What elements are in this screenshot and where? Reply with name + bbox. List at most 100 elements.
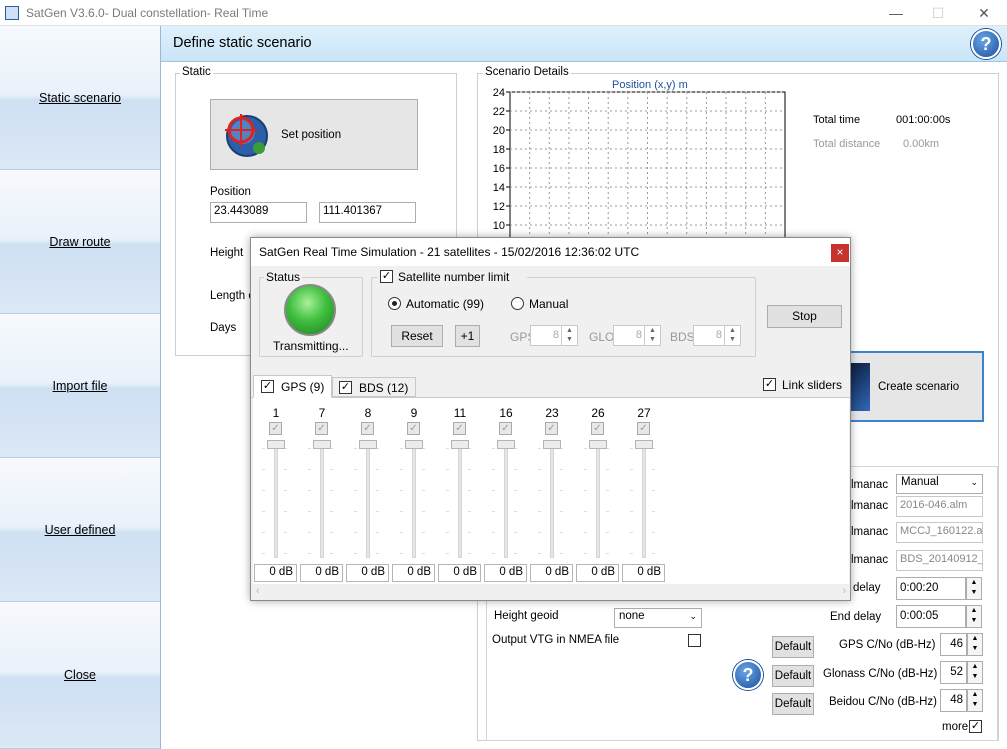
sidebar-item-draw-route[interactable]: Draw route xyxy=(0,170,160,314)
satellite-attenuation-value: 0 dB xyxy=(622,564,665,582)
plus-one-button[interactable]: +1 xyxy=(455,325,480,347)
gps-cno-input[interactable]: 46 xyxy=(940,633,967,656)
tab-gps[interactable]: ✓ GPS (9) xyxy=(253,375,332,398)
more-checkbox[interactable]: ✓ xyxy=(969,720,982,733)
almanac-select[interactable]: Manual ⌄ xyxy=(896,474,983,494)
end-delay-spinner[interactable]: ▲ ▼ xyxy=(966,605,982,628)
latitude-input[interactable]: 23.443089 xyxy=(210,202,307,223)
link-sliders-checkbox[interactable]: ✓ xyxy=(763,378,776,391)
satellite-enable-checkbox[interactable]: ✓ xyxy=(361,422,374,435)
automatic-label: Automatic (99) xyxy=(406,297,485,311)
beidou-default-button[interactable]: Default xyxy=(772,693,814,715)
satellite-slider-track[interactable] xyxy=(596,444,600,558)
gps-limit-input[interactable]: 8 ▲ ▼ xyxy=(530,325,578,346)
more-label: more xyxy=(942,721,969,733)
bds-almanac-file[interactable]: BDS_20140912_ xyxy=(896,550,983,571)
tab-gps-label: GPS (9) xyxy=(281,380,325,394)
beidou-cno-input[interactable]: 48 xyxy=(940,689,967,712)
glonass-cno-spinner[interactable]: ▲ ▼ xyxy=(967,661,983,684)
slider-tick-mark xyxy=(584,511,587,512)
satellite-slider-thumb[interactable] xyxy=(359,440,377,449)
settings-help-icon[interactable]: ? xyxy=(733,660,763,690)
satellite-enable-checkbox[interactable]: ✓ xyxy=(637,422,650,435)
glonass-cno-input[interactable]: 52 xyxy=(940,661,967,684)
gps-limit-spinner[interactable]: ▲ ▼ xyxy=(561,326,577,345)
end-delay-input[interactable]: 0:00:05 xyxy=(896,605,966,628)
gps-cno-spinner[interactable]: ▲ ▼ xyxy=(967,633,983,656)
almanac-value: Manual xyxy=(901,476,939,488)
sidebar-item-import-file[interactable]: Import file xyxy=(0,314,160,458)
reset-button[interactable]: Reset xyxy=(391,325,443,347)
minimize-button[interactable]: — xyxy=(881,4,911,22)
satellite-enable-checkbox[interactable]: ✓ xyxy=(591,422,604,435)
bds-limit-input[interactable]: 8 ▲ ▼ xyxy=(693,325,741,346)
tab-gps-checkbox[interactable]: ✓ xyxy=(261,380,274,393)
bds-limit-spinner[interactable]: ▲ ▼ xyxy=(724,326,740,345)
glo-almanac-label: lmanac xyxy=(851,526,889,538)
satellite-slider-track[interactable] xyxy=(458,444,462,558)
satellite-slider-track[interactable] xyxy=(320,444,324,558)
satellite-enable-checkbox[interactable]: ✓ xyxy=(407,422,420,435)
scroll-right-icon[interactable]: › xyxy=(842,585,846,597)
stop-button[interactable]: Stop xyxy=(767,305,842,328)
satellite-slider-track[interactable] xyxy=(412,444,416,558)
tab-bds-checkbox[interactable]: ✓ xyxy=(339,381,352,394)
sidebar: Static scenario Draw route Import file U… xyxy=(0,26,161,749)
longitude-input[interactable]: 111.401367 xyxy=(319,202,416,223)
gps-default-button[interactable]: Default xyxy=(772,636,814,658)
satellite-slider-thumb[interactable] xyxy=(635,440,653,449)
vtg-checkbox[interactable] xyxy=(688,634,701,647)
satellite-enable-checkbox[interactable]: ✓ xyxy=(315,422,328,435)
sidebar-item-static-scenario[interactable]: Static scenario xyxy=(0,26,160,170)
satellite-enable-checkbox[interactable]: ✓ xyxy=(499,422,512,435)
satellite-enable-checkbox[interactable]: ✓ xyxy=(545,422,558,435)
dialog-title-bar: SatGen Real Time Simulation - 21 satelli… xyxy=(251,238,850,266)
satellite-slider-track[interactable] xyxy=(642,444,646,558)
satellite-slider-thumb[interactable] xyxy=(589,440,607,449)
create-scenario-button[interactable]: Create scenario xyxy=(848,351,984,422)
sidebar-item-user-defined[interactable]: User defined xyxy=(0,458,160,602)
glo-almanac-file[interactable]: MCCJ_160122.ag xyxy=(896,522,983,543)
glonass-default-button[interactable]: Default xyxy=(772,665,814,687)
start-delay-input[interactable]: 0:00:20 xyxy=(896,577,966,600)
close-window-button[interactable]: ✕ xyxy=(969,4,999,22)
slider-tick-mark xyxy=(584,448,587,449)
gps-almanac-file[interactable]: 2016-046.alm xyxy=(896,496,983,517)
help-icon[interactable]: ? xyxy=(971,29,1001,59)
slider-tick-mark xyxy=(308,553,311,554)
set-position-button[interactable]: Set position xyxy=(210,99,418,170)
tab-bds[interactable]: ✓ BDS (12) xyxy=(332,377,416,397)
satellite-slider-thumb[interactable] xyxy=(267,440,285,449)
satellite-slider-column: 27 ✓ 0 dB xyxy=(622,398,666,584)
glo-limit-input[interactable]: 8 ▲ ▼ xyxy=(613,325,661,346)
total-time-label: Total time xyxy=(813,114,861,126)
satellite-limit-checkbox[interactable]: ✓ xyxy=(380,270,393,283)
maximize-button[interactable]: ☐ xyxy=(923,4,953,22)
scroll-left-icon[interactable]: ‹ xyxy=(256,585,260,597)
satellite-slider-thumb[interactable] xyxy=(405,440,423,449)
satellite-slider-thumb[interactable] xyxy=(497,440,515,449)
slider-tick-mark xyxy=(354,511,357,512)
satellite-slider-track[interactable] xyxy=(504,444,508,558)
manual-radio[interactable] xyxy=(511,297,524,310)
automatic-radio[interactable] xyxy=(388,297,401,310)
satellite-slider-track[interactable] xyxy=(366,444,370,558)
slider-tick-mark xyxy=(652,553,655,554)
satellite-slider-thumb[interactable] xyxy=(451,440,469,449)
beidou-cno-spinner[interactable]: ▲ ▼ xyxy=(967,689,983,712)
satellite-slider-track[interactable] xyxy=(274,444,278,558)
sidebar-item-close[interactable]: Close xyxy=(0,602,160,749)
satellite-slider-track[interactable] xyxy=(550,444,554,558)
dialog-close-button[interactable]: × xyxy=(831,244,849,262)
horizontal-scrollbar[interactable]: ‹ › xyxy=(253,584,849,600)
chevron-down-icon: ⌄ xyxy=(970,477,978,487)
slider-tick-mark xyxy=(584,553,587,554)
glo-limit-spinner[interactable]: ▲ ▼ xyxy=(644,326,660,345)
slider-tick-mark xyxy=(584,490,587,491)
height-geoid-select[interactable]: none ⌄ xyxy=(614,608,702,628)
satellite-enable-checkbox[interactable]: ✓ xyxy=(269,422,282,435)
satellite-slider-thumb[interactable] xyxy=(543,440,561,449)
satellite-enable-checkbox[interactable]: ✓ xyxy=(453,422,466,435)
satellite-slider-thumb[interactable] xyxy=(313,440,331,449)
start-delay-spinner[interactable]: ▲ ▼ xyxy=(966,577,982,600)
